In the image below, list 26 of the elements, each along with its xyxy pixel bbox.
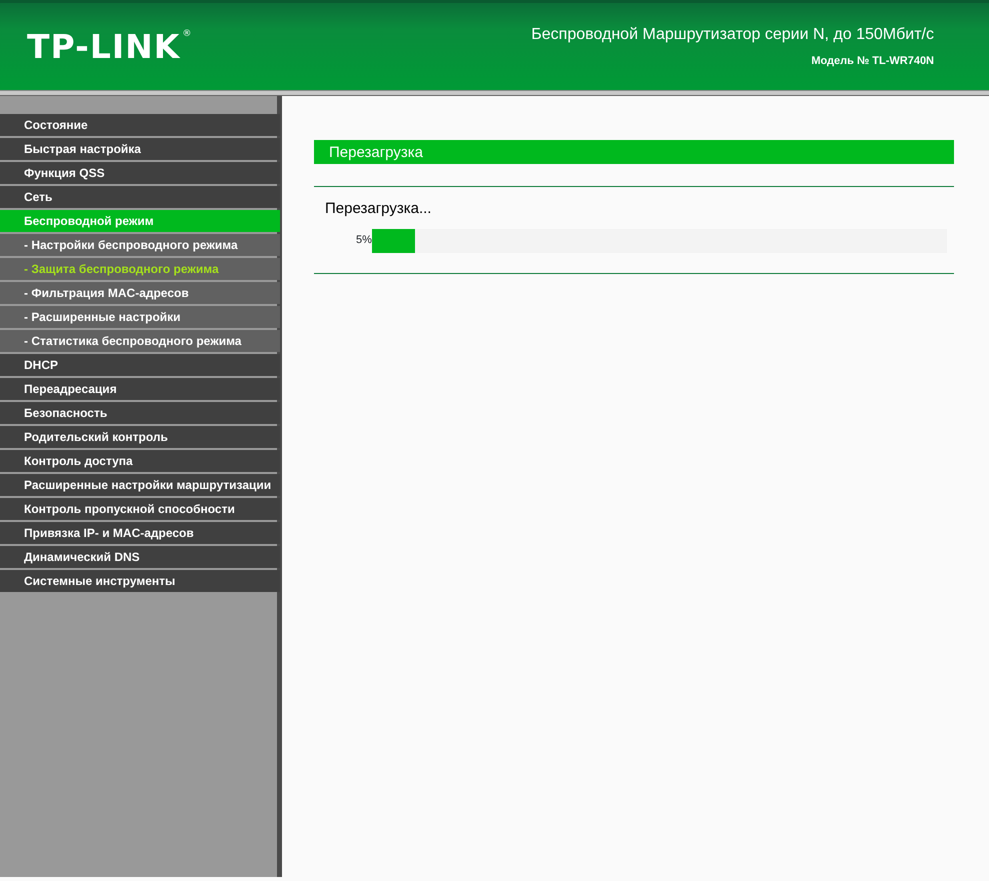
menu-item[interactable]: Безопасность [0,402,280,424]
menu-item[interactable]: Привязка IP- и MAC-адресов [0,522,280,544]
registered-mark: ® [182,30,192,41]
menu-item[interactable]: Родительский контроль [0,426,280,448]
model-number: Модель № TL-WR740N [810,54,934,70]
menu-item[interactable]: Функция QSS [0,162,280,184]
menu-item[interactable]: Контроль пропускной способности [0,498,280,520]
submenu-item[interactable]: - Статистика беспроводного режима [0,330,280,352]
menu-item[interactable]: Расширенные настройки маршрутизации [0,474,280,496]
menu-item[interactable]: Сеть [0,186,280,208]
submenu-item[interactable]: - Расширенные настройки [0,306,280,328]
menu-item[interactable]: Контроль доступа [0,450,280,472]
menu-item[interactable]: Динамический DNS [0,546,280,568]
progress-reading: 5% [356,233,372,248]
menu-item[interactable]: Состояние [0,114,280,136]
menu-item[interactable]: Системные инструменты [0,570,280,592]
menu-item[interactable]: Быстрая настройка [0,138,280,160]
submenu-item[interactable]: - Защита беспроводного режима [0,258,280,280]
menu-item[interactable]: DHCP [0,354,280,376]
submenu-item[interactable]: - Настройки беспроводного режима [0,234,280,256]
section-title: Перезагрузка [314,140,954,164]
logo: TP-LINK [27,30,180,63]
product-title: Беспроводной Маршрутизатор серии N, до 150Мбит/с [531,25,934,46]
status-text: Перезагрузка... [325,199,432,219]
menu-item[interactable]: Переадресация [0,378,280,400]
submenu-item[interactable]: - Фильтрация MAC-адресов [0,282,280,304]
